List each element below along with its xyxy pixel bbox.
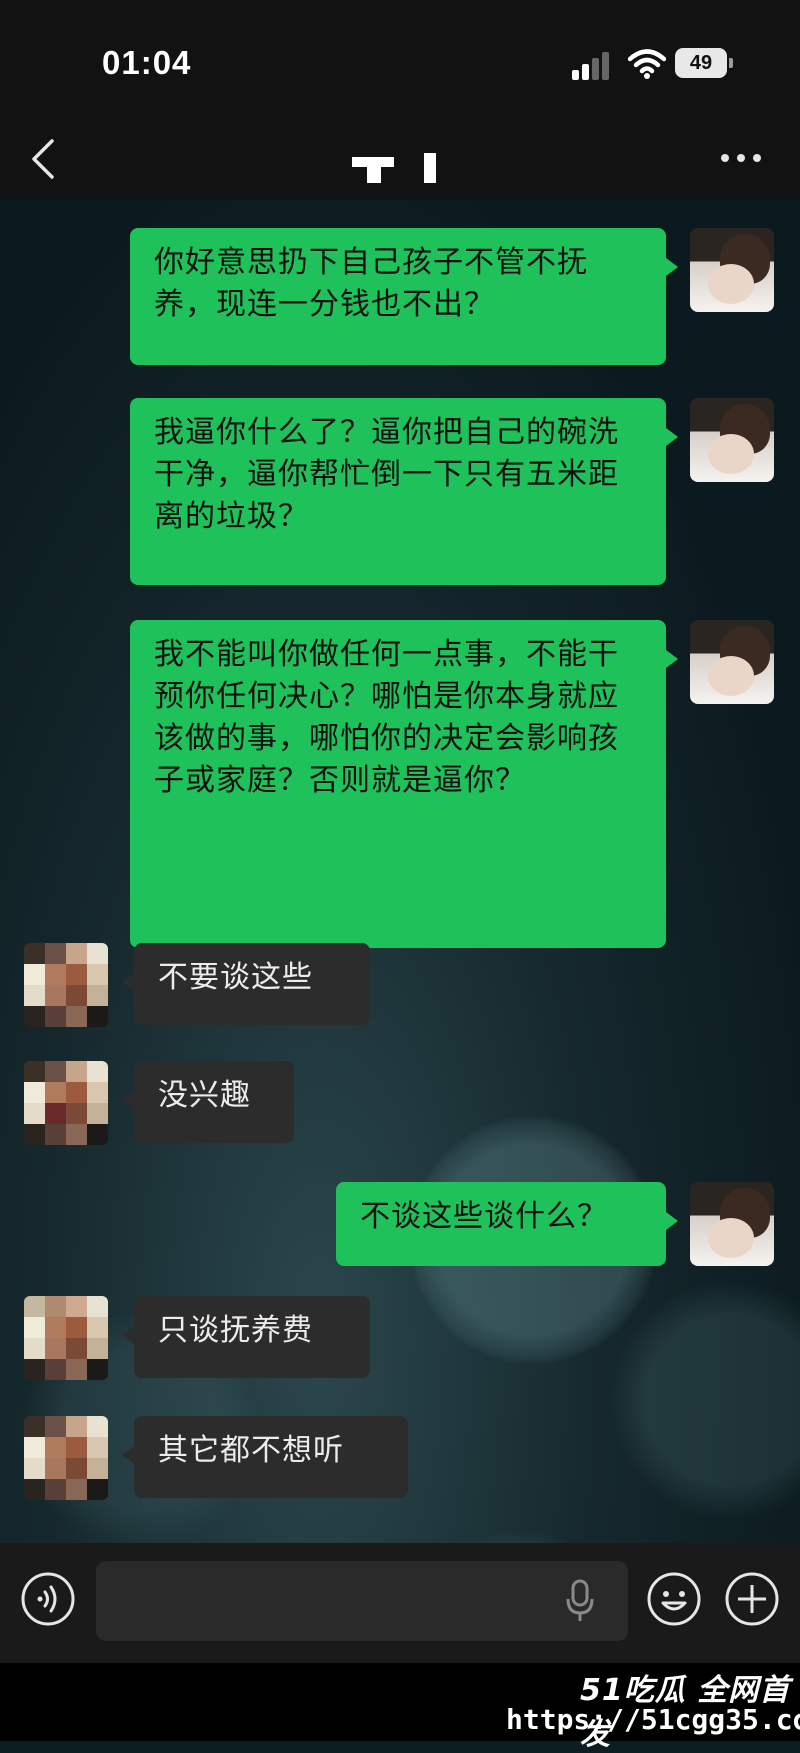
avatar-self[interactable] xyxy=(690,620,774,704)
message-bubble-sent[interactable]: 你好意思扔下自己孩子不管不抚养，现连一分钱也不出？ xyxy=(130,228,678,365)
message-text: 其它都不想听 xyxy=(158,1433,344,1468)
message-bubble-received[interactable]: 不要谈这些 xyxy=(122,943,370,1025)
battery-indicator: 49 xyxy=(675,48,733,78)
emoji-icon[interactable] xyxy=(646,1571,702,1627)
avatar-contact-pixelated[interactable] xyxy=(24,943,108,1027)
microphone-icon[interactable] xyxy=(564,1579,596,1623)
message-text-input[interactable] xyxy=(96,1561,628,1641)
message-input-bar xyxy=(0,1543,800,1663)
chat-message-list[interactable]: 你好意思扔下自己孩子不管不抚养，现连一分钱也不出？ 我逼你什么了？逼你把自己的碗… xyxy=(0,200,800,1543)
wifi-icon xyxy=(628,49,666,79)
more-options-icon[interactable] xyxy=(718,151,764,165)
avatar-contact-pixelated[interactable] xyxy=(24,1061,108,1145)
avatar-contact-pixelated[interactable] xyxy=(24,1296,108,1380)
chat-title-redacted xyxy=(352,153,436,183)
cellular-signal-icon xyxy=(572,52,609,80)
avatar-self[interactable] xyxy=(690,228,774,312)
message-text: 不要谈这些 xyxy=(158,960,313,995)
message-text: 没兴趣 xyxy=(158,1078,251,1113)
status-bar: 01:04 49 xyxy=(0,0,800,115)
status-time: 01:04 xyxy=(102,44,192,81)
watermark-url: https://51cgg35.com xyxy=(506,1703,800,1736)
message-bubble-received[interactable]: 只谈抚养费 xyxy=(122,1296,370,1378)
message-bubble-sent[interactable]: 我逼你什么了？逼你把自己的碗洗干净，逼你帮忙倒一下只有五米距离的垃圾？ xyxy=(130,398,678,585)
avatar-self[interactable] xyxy=(690,398,774,482)
message-bubble-sent[interactable]: 不谈这些谈什么？ xyxy=(336,1182,678,1266)
message-bubble-received[interactable]: 没兴趣 xyxy=(122,1061,294,1143)
chat-header xyxy=(0,115,800,200)
avatar-self[interactable] xyxy=(690,1182,774,1266)
message-text: 不谈这些谈什么？ xyxy=(360,1199,608,1234)
add-attachment-icon[interactable] xyxy=(724,1571,780,1627)
message-bubble-sent[interactable]: 我不能叫你做任何一点事，不能干预你任何决心？哪怕是你本身就应该做的事，哪怕你的决… xyxy=(130,620,678,948)
message-text: 你好意思扔下自己孩子不管不抚养，现连一分钱也不出？ xyxy=(154,245,588,322)
message-text: 我逼你什么了？逼你把自己的碗洗干净，逼你帮忙倒一下只有五米距离的垃圾？ xyxy=(154,415,619,534)
voice-input-icon[interactable] xyxy=(20,1571,76,1627)
watermark-banner: 51吃瓜 全网首发 https://51cgg35.com xyxy=(0,1663,800,1752)
avatar-contact-pixelated[interactable] xyxy=(24,1416,108,1500)
message-text: 只谈抚养费 xyxy=(158,1313,313,1348)
message-bubble-received[interactable]: 其它都不想听 xyxy=(122,1416,408,1498)
message-text: 我不能叫你做任何一点事，不能干预你任何决心？哪怕是你本身就应该做的事，哪怕你的决… xyxy=(154,637,619,798)
back-arrow-icon[interactable] xyxy=(28,137,58,181)
